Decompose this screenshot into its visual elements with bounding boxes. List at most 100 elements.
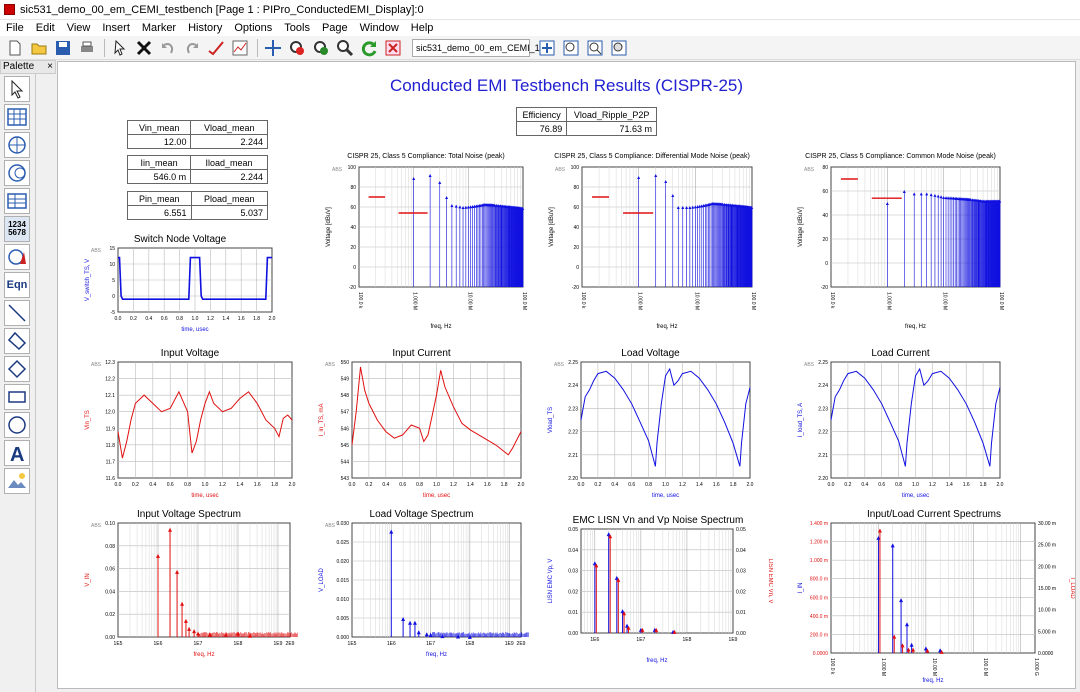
plot-svg: ABS-20020406080100100.0 k 1.000 M 10.00 M1… bbox=[544, 153, 760, 331]
open-folder-button[interactable] bbox=[28, 38, 50, 58]
plot-load-voltage[interactable]: Load Voltage ABS 2.20 2.21 2.22 2.23 2.24 2.25 0… bbox=[543, 348, 758, 500]
text-tool[interactable]: A bbox=[4, 440, 30, 466]
x-tick-label: 1.6 bbox=[963, 482, 970, 488]
menu-view[interactable]: View bbox=[61, 22, 97, 34]
y-tick-label: 544 bbox=[341, 459, 350, 465]
x-axis-label: freq, Hz bbox=[922, 678, 943, 684]
polyline-tool[interactable] bbox=[4, 328, 30, 354]
menu-insert[interactable]: Insert bbox=[96, 22, 136, 34]
zoom-area-icon[interactable] bbox=[560, 38, 582, 58]
y2-tick-label: 30.00 m bbox=[1038, 521, 1056, 527]
plot-input-current[interactable]: Input Current ABS 543 544 545 546 547 548 549 550… bbox=[314, 348, 529, 500]
plot-vin-spectrum[interactable]: Input Voltage Spectrum ABS 0.00 0.02 0.04 0.0… bbox=[80, 509, 298, 659]
plot-cispr-cm[interactable]: CISPR 25, Class 5 Compliance: Common Mod… bbox=[793, 153, 1008, 331]
x-tick-label: 1.4 bbox=[946, 482, 953, 488]
image-tool[interactable] bbox=[4, 468, 30, 494]
plot-frame bbox=[831, 523, 1035, 653]
table-value: 2.244 bbox=[191, 170, 268, 184]
menu-page[interactable]: Page bbox=[316, 22, 354, 34]
menu-options[interactable]: Options bbox=[228, 22, 278, 34]
antenna-plot-tool[interactable] bbox=[4, 244, 30, 270]
menu-history[interactable]: History bbox=[182, 22, 228, 34]
delete-x-button[interactable] bbox=[133, 38, 155, 58]
menu-tools[interactable]: Tools bbox=[278, 22, 316, 34]
new-file-button[interactable] bbox=[4, 38, 26, 58]
x-tick-label: 0.4 bbox=[861, 482, 868, 488]
pointer-tool[interactable] bbox=[4, 76, 30, 102]
x-tick-label: 1.2 bbox=[929, 482, 936, 488]
y-tick-label: 0.005 bbox=[336, 616, 349, 622]
table-grid-tool[interactable] bbox=[4, 104, 30, 130]
x-tick-label: 100.0 k bbox=[357, 292, 363, 309]
x-axis-label: freq, Hz bbox=[426, 652, 447, 658]
print-button[interactable] bbox=[76, 38, 98, 58]
plot-load-current[interactable]: Load Current ABS 2.20 2.21 2.22 2.23 2.24 2.25 0… bbox=[793, 348, 1008, 500]
scale-label: ABS bbox=[555, 167, 566, 173]
equation-tool[interactable]: Eqn bbox=[4, 272, 30, 298]
x-tick-label: 0.2 bbox=[132, 482, 139, 488]
plot-vload-spectrum[interactable]: Load Voltage Spectrum ABS 0.000 0.005 0.010 0… bbox=[314, 509, 529, 659]
y-tick-label: 0 bbox=[825, 261, 828, 267]
close-box-icon[interactable] bbox=[382, 38, 404, 58]
zoom-out-icon[interactable] bbox=[310, 38, 332, 58]
page-title: Conducted EMI Testbench Results (CISPR-2… bbox=[58, 76, 1075, 96]
title-bar: sic531_demo_00_em_CEMI_testbench [Page 1… bbox=[0, 0, 1080, 20]
refresh-icon[interactable] bbox=[358, 38, 380, 58]
save-button[interactable] bbox=[52, 38, 74, 58]
table-header: Iin_mean bbox=[128, 156, 191, 170]
design-select[interactable]: sic531_demo_00_em_CEMI_1⌄ bbox=[412, 39, 530, 57]
x-tick-label: 1.000 M bbox=[637, 292, 643, 310]
y-tick-label: 60 bbox=[822, 189, 828, 195]
y-axis-label: V_LOAD bbox=[319, 567, 325, 591]
x-tick-label: 1E5 bbox=[114, 641, 123, 647]
scale-label: ABS bbox=[804, 167, 815, 173]
undo-button[interactable] bbox=[157, 38, 179, 58]
menu-file[interactable]: File bbox=[0, 22, 30, 34]
y-tick-label: 100 bbox=[571, 165, 580, 171]
plot-input-voltage[interactable]: Input Voltage ABS 11.6 11.7 11.8 11.9 12.0 12.1… bbox=[80, 348, 300, 500]
circle-tool[interactable] bbox=[4, 412, 30, 438]
plot-cispr-total[interactable]: CISPR 25, Class 5 Compliance: Total Nois… bbox=[321, 153, 531, 331]
chart-icon[interactable] bbox=[229, 38, 251, 58]
polar-plot-tool[interactable] bbox=[4, 132, 30, 158]
number-display-tool[interactable]: 1234 5678 bbox=[4, 216, 30, 242]
y-tick-label: 11.7 bbox=[106, 459, 116, 465]
pan-icon[interactable] bbox=[262, 38, 284, 58]
menu-help[interactable]: Help bbox=[405, 22, 440, 34]
menu-edit[interactable]: Edit bbox=[30, 22, 61, 34]
list-table-tool[interactable] bbox=[4, 188, 30, 214]
polygon-tool[interactable] bbox=[4, 356, 30, 382]
line-tool[interactable] bbox=[4, 300, 30, 326]
y-tick-label: -20 bbox=[821, 285, 828, 291]
marker-icon[interactable] bbox=[205, 38, 227, 58]
menu-window[interactable]: Window bbox=[354, 22, 405, 34]
table-header: Vload_mean bbox=[191, 121, 268, 135]
y-tick-label: 12.3 bbox=[105, 360, 115, 366]
x-tick-label: 1E7 bbox=[636, 637, 645, 643]
plot-current-spectrum[interactable]: Input/Load Current Spectrums 0.0000 200.0 … bbox=[793, 509, 1075, 685]
x-tick-label: 0.8 bbox=[176, 316, 183, 322]
scale-label: ABS bbox=[91, 362, 102, 368]
y2-tick-label: 0.00 bbox=[736, 631, 746, 637]
y-tick-label: 80 bbox=[822, 165, 828, 171]
rectangle-tool[interactable] bbox=[4, 384, 30, 410]
palette-close-icon[interactable]: × bbox=[47, 61, 53, 73]
window-title: sic531_demo_00_em_CEMI_testbench [Page 1… bbox=[20, 4, 424, 16]
zoom-page-icon[interactable] bbox=[584, 38, 606, 58]
zoom-icon[interactable] bbox=[334, 38, 356, 58]
smith-chart-tool[interactable] bbox=[4, 160, 30, 186]
menu-marker[interactable]: Marker bbox=[136, 22, 182, 34]
y-tick-label: 2.24 bbox=[818, 383, 828, 389]
zoom-in-icon[interactable] bbox=[286, 38, 308, 58]
select-pointer-button[interactable] bbox=[109, 38, 131, 58]
plot-switch-node[interactable]: Switch Node Voltage ABS -5 0 5 10 15 0.0 0.2 0.4 0… bbox=[80, 234, 280, 334]
x-tick-label: 1.2 bbox=[207, 316, 214, 322]
redo-button[interactable] bbox=[181, 38, 203, 58]
zoom-out-page-icon[interactable] bbox=[608, 38, 630, 58]
menu-bar: File Edit View Insert Marker History Opt… bbox=[0, 20, 1080, 36]
plot-lisn-spectrum[interactable]: EMC LISN Vn and Vp Noise Spectrum 0.00 0.0… bbox=[543, 515, 773, 665]
x-axis-label: time, usec bbox=[191, 493, 218, 499]
zoom-fit-icon[interactable] bbox=[536, 38, 558, 58]
table-header: Vin_mean bbox=[128, 121, 191, 135]
plot-cispr-dm[interactable]: CISPR 25, Class 5 Compliance: Differenti… bbox=[544, 153, 760, 331]
